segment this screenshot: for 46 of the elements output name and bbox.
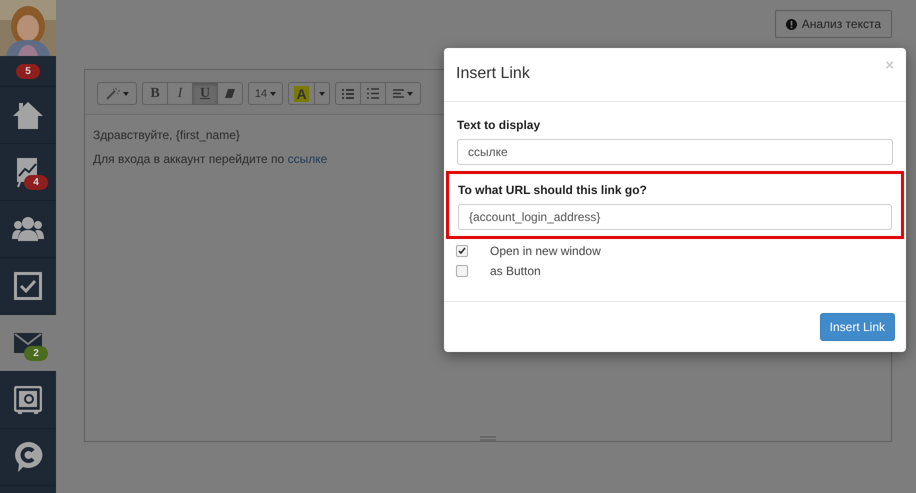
bullet-list-button[interactable] <box>335 82 361 105</box>
numbered-list-button[interactable] <box>360 82 386 105</box>
caret-icon <box>319 92 325 96</box>
people-icon <box>12 216 44 242</box>
info-icon <box>786 18 797 30</box>
notification-badge: 5 <box>16 64 40 78</box>
text-color-button[interactable]: A <box>288 82 315 105</box>
align-icon <box>393 89 404 98</box>
safe-icon <box>14 386 42 414</box>
numbered-list-icon <box>367 88 379 99</box>
dialog-title: Insert Link <box>456 65 530 83</box>
bullet-list-icon <box>342 88 354 98</box>
link[interactable]: ссылке <box>288 152 328 166</box>
color-menu-button[interactable] <box>314 82 330 105</box>
nav-item[interactable]: 2 <box>0 315 56 372</box>
checkbox-label: Open in new window <box>490 244 601 258</box>
style-button[interactable] <box>97 82 137 105</box>
caret-icon <box>270 92 276 96</box>
italic-button[interactable]: I <box>167 82 193 105</box>
field-label: Text to display <box>457 118 542 132</box>
chat-logo-icon <box>13 441 43 473</box>
nav-item[interactable]: 4 <box>0 144 56 201</box>
checkbox-icon <box>14 272 42 300</box>
input-field[interactable]: {account_login_address} <box>458 204 892 230</box>
field-label: To what URL should this link go? <box>458 183 648 197</box>
align-button[interactable] <box>385 82 421 105</box>
checkbox[interactable] <box>456 245 468 257</box>
clear-format-button[interactable] <box>217 82 243 105</box>
text-line: Для входа в аккаунт перейдите по ссылке <box>93 151 328 168</box>
input-field[interactable]: ссылке <box>457 139 893 165</box>
eraser-icon <box>225 89 235 98</box>
magic-wand-icon <box>106 88 120 100</box>
resize-handle-icon[interactable] <box>480 436 496 441</box>
home-icon <box>12 100 44 130</box>
caret-icon <box>122 92 128 96</box>
insert-link-button[interactable]: Insert Link <box>820 313 895 341</box>
font-size-button[interactable]: 14 <box>248 82 283 105</box>
checkbox[interactable] <box>456 265 468 277</box>
bold-button[interactable]: B <box>142 82 168 105</box>
close-button[interactable]: × <box>885 57 894 74</box>
caret-icon <box>407 92 413 96</box>
text-line: Здравствуйте, {first_name} <box>93 127 240 144</box>
count-badge: 4 <box>24 175 48 190</box>
analyze-text-button[interactable]: Анализ текста <box>774 10 892 38</box>
count-badge: 2 <box>24 346 48 361</box>
checkbox-label: as Button <box>490 264 541 278</box>
